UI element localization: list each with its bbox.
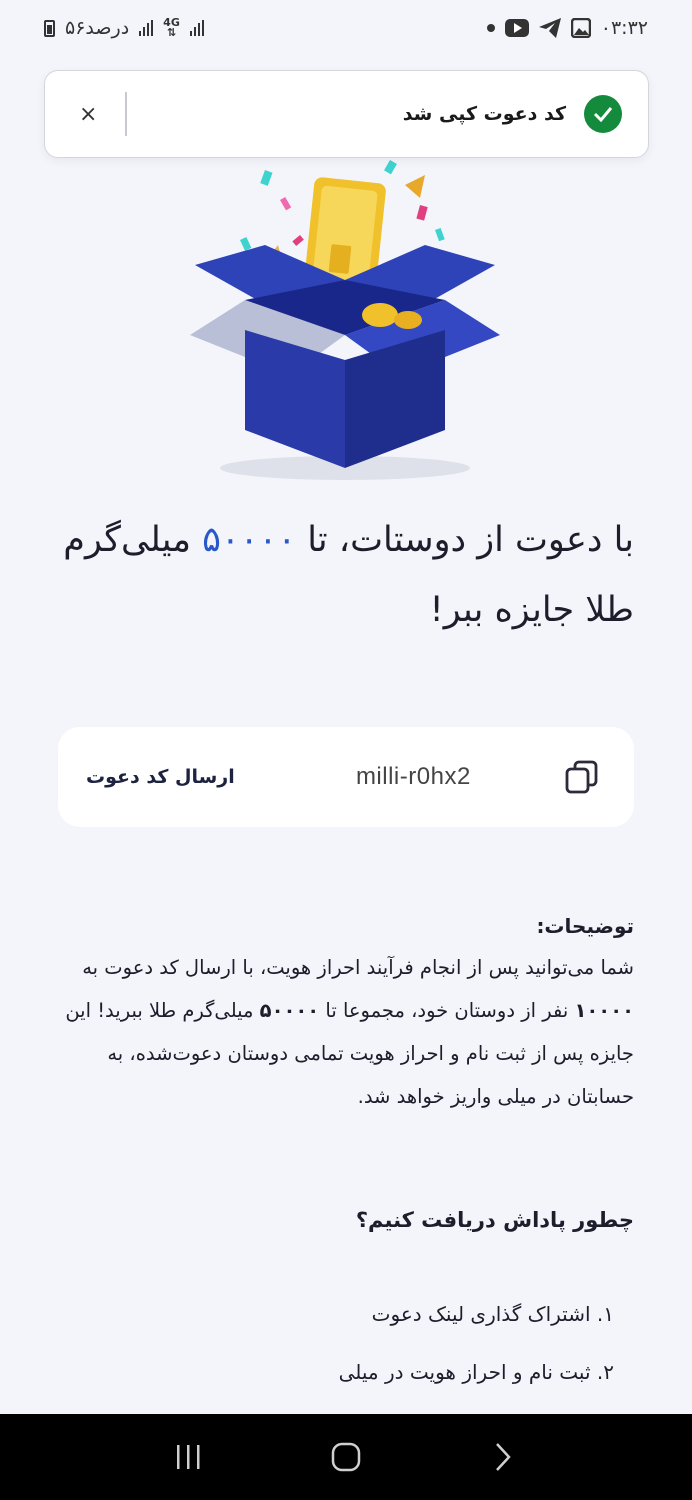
gallery-icon: [570, 18, 591, 38]
toast-divider: [125, 92, 127, 136]
clock: ۰۳:۳۲: [600, 17, 648, 39]
step-item: ۲. ثبت نام و احراز هویت در میلی: [338, 1360, 614, 1384]
status-right: ۰۳:۳۲: [486, 17, 648, 39]
description-section: توضیحات: شما می‌توانید پس از انجام فرآین…: [58, 906, 634, 1118]
check-icon: [584, 95, 622, 133]
description-title: توضیحات:: [536, 914, 634, 938]
network-type: 4G ⇅: [163, 16, 180, 39]
headline-amount: ۵۰۰۰۰: [202, 520, 297, 560]
send-invite-button[interactable]: ارسال کد دعوت: [86, 766, 235, 788]
telegram-icon: [538, 18, 561, 38]
toast-right: کد دعوت کپی شد: [403, 95, 622, 133]
battery-text: ۵۶درصد: [65, 17, 130, 39]
how-to-title: چطور پاداش دریافت کنیم؟: [355, 1208, 634, 1232]
notification-dot-icon: [486, 24, 495, 32]
recent-apps-button[interactable]: [171, 1439, 207, 1475]
gift-box-illustration: [190, 160, 500, 480]
status-left: ۵۶درصد 4G ⇅: [44, 17, 204, 39]
copy-toast: × کد دعوت کپی شد: [44, 70, 649, 158]
invite-code-card: ارسال کد دعوت milli-r0hx2: [58, 727, 634, 827]
copy-icon[interactable]: [562, 757, 602, 797]
steps-list: ۱. اشتراک گذاری لینک دعوت ۲. ثبت نام و ا…: [58, 1285, 614, 1401]
home-button[interactable]: [328, 1439, 364, 1475]
system-nav-bar: [0, 1414, 692, 1500]
step-item: ۱. اشتراک گذاری لینک دعوت: [371, 1302, 614, 1326]
page-headline: با دعوت از دوستات، تا ۵۰۰۰۰ میلی‌گرم طلا…: [58, 505, 634, 645]
signal-icon-2: [189, 20, 204, 36]
close-icon[interactable]: ×: [79, 102, 99, 127]
toast-left: ×: [79, 92, 127, 136]
description-body: شما می‌توانید پس از انجام فرآیند احراز ه…: [65, 956, 634, 1108]
youtube-icon: [504, 19, 529, 37]
status-bar: ۵۶درصد 4G ⇅ ۰۳:۳۲: [0, 0, 692, 56]
friends-count: ۱۰۰۰۰: [574, 999, 634, 1022]
gold-amount: ۵۰۰۰۰: [259, 999, 320, 1022]
back-button[interactable]: [485, 1439, 521, 1475]
invite-code: milli-r0hx2: [355, 763, 471, 790]
signal-icon: [139, 20, 154, 36]
headline-part1: با دعوت از دوستات، تا: [296, 520, 634, 560]
toast-message: کد دعوت کپی شد: [402, 103, 566, 125]
battery-icon: [44, 19, 55, 37]
